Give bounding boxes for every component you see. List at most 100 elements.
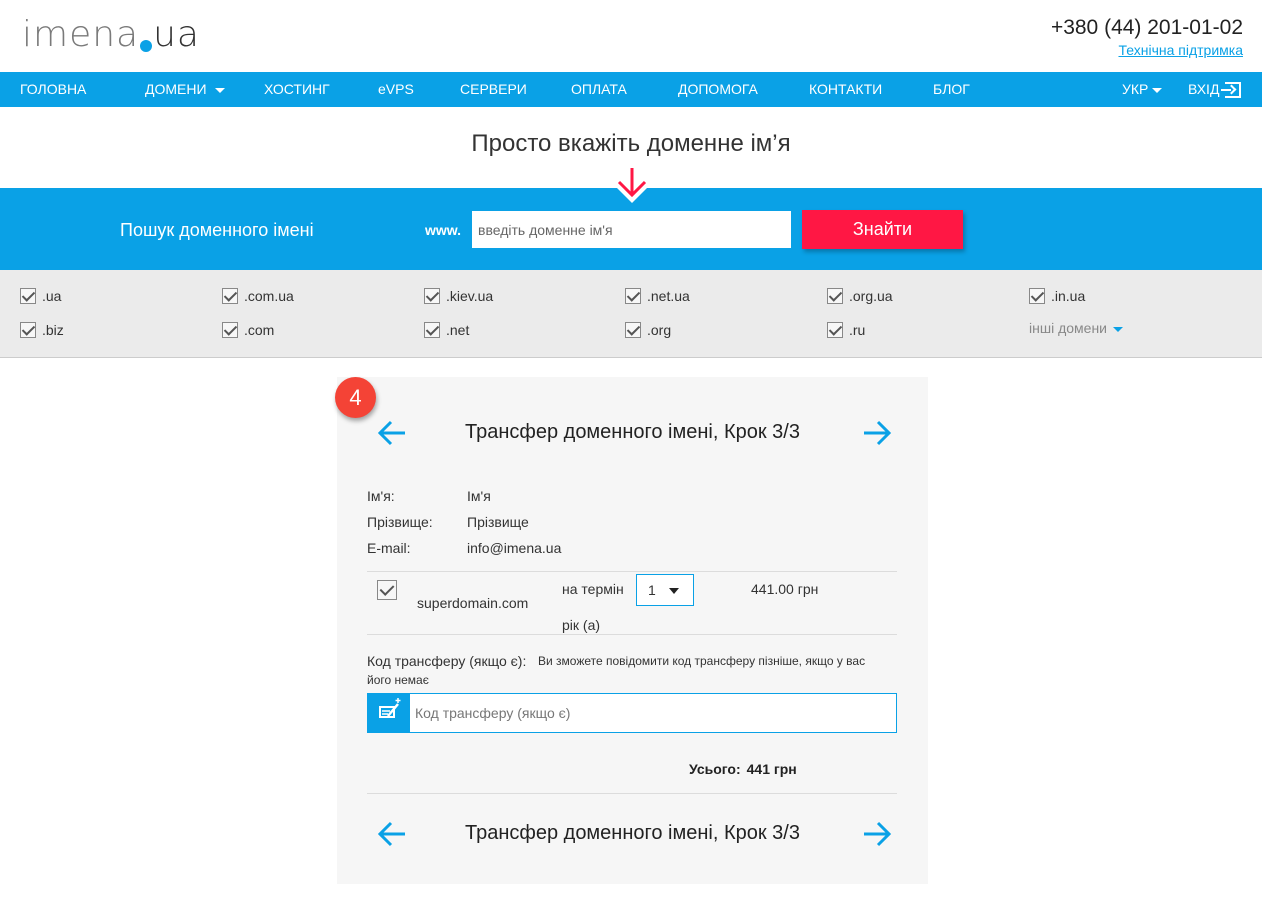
checkbox-checked-icon bbox=[827, 322, 843, 338]
checkbox-checked-icon bbox=[625, 288, 641, 304]
tld-checkbox[interactable]: .org bbox=[625, 322, 671, 338]
support-link[interactable]: Технічна підтримка bbox=[1118, 42, 1243, 58]
first-name-label: Ім'я: bbox=[367, 488, 395, 504]
logo-tld: ua bbox=[153, 14, 200, 55]
page: imena ua +380 (44) 201-01-02 Технічна під… bbox=[0, 0, 1262, 897]
site-logo[interactable]: imena ua bbox=[22, 14, 200, 55]
tld-checkbox[interactable]: .net.ua bbox=[625, 288, 690, 304]
login-button[interactable]: Вхід bbox=[1188, 72, 1242, 107]
nav-item-domains-label: Домени bbox=[145, 81, 207, 97]
domain-name: superdomain.com bbox=[417, 595, 529, 611]
step-badge: 4 bbox=[335, 377, 376, 418]
hero-title: Просто вкажіть доменне ім’я bbox=[471, 130, 791, 157]
transfer-step-panel bbox=[337, 377, 928, 884]
arrow-down-icon bbox=[617, 168, 647, 198]
nav-item-contacts[interactable]: Контакти bbox=[809, 72, 882, 107]
tld-checkbox[interactable]: .com.ua bbox=[222, 288, 294, 304]
nav-item-hosting[interactable]: Хостинг bbox=[264, 72, 330, 107]
nav-item-evps[interactable]: eVPS bbox=[378, 72, 414, 107]
divider bbox=[367, 793, 897, 794]
checkbox-checked-icon bbox=[827, 288, 843, 304]
chevron-down-icon bbox=[669, 588, 679, 594]
email-label: E-mail: bbox=[367, 540, 411, 556]
logo-text: imena bbox=[22, 14, 140, 55]
transfer-code-hint: Ви зможете повідомити код трансферу пізн… bbox=[538, 654, 866, 668]
first-name-value: Ім'я bbox=[467, 488, 491, 504]
step-title: Трансфер доменного імені, Крок 3/3 bbox=[465, 421, 800, 443]
total-value: 441 грн bbox=[746, 761, 797, 777]
tld-label: .org bbox=[647, 322, 672, 338]
nav-item-payment[interactable]: Оплата bbox=[571, 72, 627, 107]
order-total: Усього: 441 грн bbox=[689, 761, 797, 777]
chevron-down-icon bbox=[214, 87, 225, 93]
phone-number: +380 (44) 201-01-02 bbox=[1050, 16, 1243, 39]
checkbox-checked-icon bbox=[20, 288, 36, 304]
term-select[interactable]: 1 bbox=[636, 574, 694, 606]
search-label: Пошук доменного імені bbox=[120, 220, 314, 240]
transfer-code-hint-cont: його немає bbox=[367, 673, 429, 687]
nav-item-domains[interactable]: Домени bbox=[145, 72, 225, 107]
tld-checkbox[interactable]: .net bbox=[424, 322, 469, 338]
tld-label: .net bbox=[446, 322, 470, 338]
search-button[interactable]: Знайти bbox=[802, 210, 963, 249]
tld-label: .com.ua bbox=[244, 288, 294, 304]
edit-code-icon bbox=[368, 694, 410, 732]
language-selector[interactable]: УКР bbox=[1122, 72, 1163, 107]
tld-label: .ua bbox=[42, 288, 62, 304]
transfer-code-input[interactable] bbox=[415, 694, 885, 732]
checkbox-checked-icon bbox=[20, 322, 36, 338]
tld-checkbox[interactable]: .kiev.ua bbox=[424, 288, 493, 304]
language-label: УКР bbox=[1122, 81, 1149, 97]
term-value: 1 bbox=[648, 582, 656, 598]
tld-label: .ru bbox=[849, 322, 866, 338]
divider bbox=[367, 634, 897, 635]
domain-price: 441.00 грн bbox=[751, 581, 819, 597]
tld-checkbox[interactable]: .com bbox=[222, 322, 274, 338]
chevron-down-icon bbox=[1152, 87, 1163, 93]
chevron-down-icon bbox=[1113, 326, 1123, 332]
tld-label: .kiev.ua bbox=[446, 288, 494, 304]
domain-search-input[interactable] bbox=[472, 211, 791, 248]
checkbox-checked-icon bbox=[424, 322, 440, 338]
checkbox-checked-icon bbox=[1029, 288, 1045, 304]
tld-label: .in.ua bbox=[1051, 288, 1086, 304]
total-label: Усього: bbox=[689, 761, 741, 777]
logo-dot-icon bbox=[140, 40, 153, 52]
tld-checkbox[interactable]: .ua bbox=[20, 288, 61, 304]
transfer-code-field bbox=[367, 693, 897, 733]
tld-checkbox[interactable]: .biz bbox=[20, 322, 64, 338]
transfer-code-label: Код трансферу (якщо є): bbox=[367, 653, 527, 669]
tld-label: .org.ua bbox=[849, 288, 893, 304]
main-nav: Головна Домени Хостинг eVPS Сервери Опла… bbox=[0, 72, 1262, 107]
tld-label: .biz bbox=[42, 322, 64, 338]
step-title-bottom: Трансфер доменного імені, Крок 3/3 bbox=[465, 822, 800, 844]
tld-label: .com bbox=[244, 322, 275, 338]
checkbox-checked-icon bbox=[222, 288, 238, 304]
tld-label: .net.ua bbox=[647, 288, 690, 304]
nav-item-servers[interactable]: Сервери bbox=[460, 72, 527, 107]
tld-checkbox[interactable]: .ru bbox=[827, 322, 865, 338]
other-domains-toggle[interactable]: інші домени bbox=[1029, 320, 1123, 336]
tld-checkbox[interactable]: .in.ua bbox=[1029, 288, 1085, 304]
last-name-value: Прізвище bbox=[467, 514, 529, 530]
last-name-label: Прізвище: bbox=[367, 514, 433, 530]
email-value: info@imena.ua bbox=[467, 540, 562, 556]
login-icon bbox=[1221, 82, 1242, 99]
other-domains-label: інші домени bbox=[1029, 320, 1107, 336]
arrow-right-icon[interactable] bbox=[862, 821, 892, 847]
term-label: на термін bbox=[562, 581, 624, 597]
login-label: Вхід bbox=[1188, 81, 1220, 97]
checkbox-checked-icon bbox=[625, 322, 641, 338]
term-unit: рік (а) bbox=[562, 617, 601, 633]
arrow-right-icon[interactable] bbox=[862, 420, 892, 446]
domain-select-checkbox[interactable] bbox=[377, 580, 397, 600]
nav-item-blog[interactable]: Блог bbox=[933, 72, 970, 107]
divider bbox=[367, 571, 897, 572]
checkbox-checked-icon bbox=[424, 288, 440, 304]
www-prefix: www. bbox=[425, 222, 462, 238]
tld-filter: .ua .com.ua .kiev.ua .net.ua .org.ua .in… bbox=[0, 270, 1262, 358]
checkbox-checked-icon bbox=[222, 322, 238, 338]
nav-item-help[interactable]: Допомога bbox=[678, 72, 758, 107]
tld-checkbox[interactable]: .org.ua bbox=[827, 288, 893, 304]
nav-item-home[interactable]: Головна bbox=[20, 72, 86, 107]
